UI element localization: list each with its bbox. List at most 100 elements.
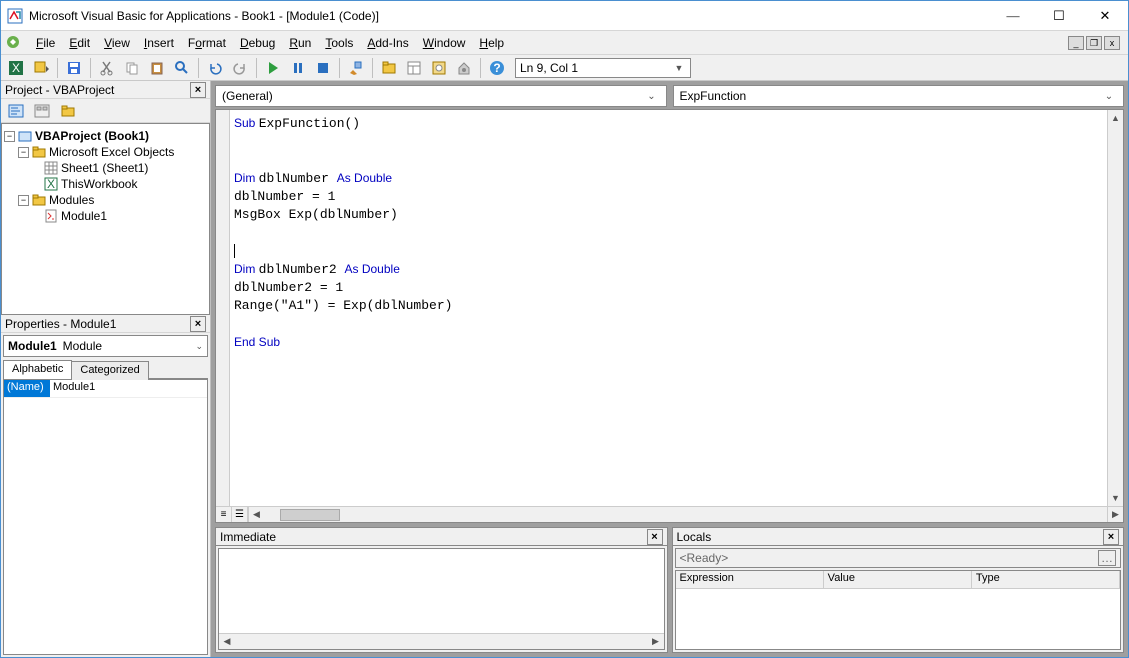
object-combo[interactable]: (General)⌄ bbox=[215, 85, 667, 107]
svg-text:X: X bbox=[47, 177, 55, 191]
properties-panel-close-button[interactable]: × bbox=[190, 316, 206, 332]
titlebar: Microsoft Visual Basic for Applications … bbox=[1, 1, 1128, 31]
immediate-textarea[interactable]: ◀ ▶ bbox=[218, 548, 665, 650]
scroll-thumb[interactable] bbox=[280, 509, 340, 521]
locals-context-selector[interactable]: <Ready> … bbox=[675, 548, 1122, 568]
chevron-down-icon: ⌄ bbox=[195, 341, 203, 352]
properties-tabs: Alphabetic Categorized bbox=[3, 359, 208, 379]
immediate-hscroll[interactable]: ◀ ▶ bbox=[219, 633, 664, 649]
immediate-panel: Immediate × ◀ ▶ bbox=[215, 527, 668, 653]
folder-icon bbox=[32, 193, 46, 207]
property-row[interactable]: (Name) Module1 bbox=[4, 380, 207, 398]
chevron-down-icon: ⌄ bbox=[1101, 91, 1117, 102]
locals-col-value[interactable]: Value bbox=[824, 571, 972, 588]
menu-help[interactable]: Help bbox=[472, 34, 511, 52]
tree-modules[interactable]: Modules bbox=[49, 193, 94, 207]
close-button[interactable]: ✕ bbox=[1082, 1, 1128, 30]
left-sidebar: Project - VBAProject × −VBAProject (Book… bbox=[1, 81, 211, 657]
project-panel-close-button[interactable]: × bbox=[190, 82, 206, 98]
toggle-folders-icon[interactable] bbox=[57, 100, 79, 122]
menu-debug[interactable]: Debug bbox=[233, 34, 282, 52]
full-module-view-icon[interactable]: ☰ bbox=[232, 507, 248, 523]
properties-window-icon[interactable] bbox=[403, 57, 425, 79]
menu-edit[interactable]: Edit bbox=[62, 34, 97, 52]
menubar-icon bbox=[5, 34, 23, 52]
vertical-scrollbar[interactable]: ▲ ▼ bbox=[1107, 110, 1123, 506]
locals-panel-header: Locals × bbox=[673, 528, 1124, 546]
menu-add-ins[interactable]: Add-Ins bbox=[360, 34, 415, 52]
toolbox-icon[interactable] bbox=[453, 57, 475, 79]
immediate-panel-header: Immediate × bbox=[216, 528, 667, 546]
code-editor[interactable]: Sub ExpFunction() Dim dblNumber As Doubl… bbox=[215, 109, 1124, 523]
tab-categorized[interactable]: Categorized bbox=[71, 361, 148, 380]
run-icon[interactable] bbox=[262, 57, 284, 79]
project-panel-header: Project - VBAProject × bbox=[1, 81, 210, 99]
design-mode-icon[interactable] bbox=[345, 57, 367, 79]
collapse-icon[interactable]: − bbox=[18, 195, 29, 206]
copy-icon[interactable] bbox=[121, 57, 143, 79]
project-tree[interactable]: −VBAProject (Book1) −Microsoft Excel Obj… bbox=[1, 123, 210, 315]
tab-alphabetic[interactable]: Alphabetic bbox=[3, 360, 72, 379]
menu-file[interactable]: File bbox=[29, 34, 62, 52]
properties-grid[interactable]: (Name) Module1 bbox=[3, 379, 208, 655]
mdi-restore-button[interactable]: ❐ bbox=[1086, 36, 1102, 50]
folder-icon bbox=[32, 145, 46, 159]
locals-browse-button[interactable]: … bbox=[1098, 550, 1116, 566]
project-explorer-icon[interactable] bbox=[378, 57, 400, 79]
cursor-position-display[interactable]: Ln 9, Col 1 ▼ bbox=[515, 58, 691, 78]
view-object-icon[interactable] bbox=[31, 100, 53, 122]
scroll-left-icon[interactable]: ◀ bbox=[219, 634, 235, 649]
horizontal-scrollbar[interactable]: ≡ ☰ ◀ ▶ bbox=[216, 506, 1123, 522]
vba-ide-window: Microsoft Visual Basic for Applications … bbox=[0, 0, 1129, 658]
code-text[interactable]: Sub ExpFunction() Dim dblNumber As Doubl… bbox=[234, 114, 1105, 504]
maximize-button[interactable]: ☐ bbox=[1036, 1, 1082, 30]
find-icon[interactable] bbox=[171, 57, 193, 79]
collapse-icon[interactable]: − bbox=[4, 131, 15, 142]
menu-view[interactable]: View bbox=[97, 34, 137, 52]
tree-sheet1[interactable]: Sheet1 (Sheet1) bbox=[61, 161, 148, 175]
help-icon[interactable]: ? bbox=[486, 57, 508, 79]
chevron-down-icon: ⌄ bbox=[644, 91, 660, 102]
menu-window[interactable]: Window bbox=[416, 34, 473, 52]
scroll-right-icon[interactable]: ▶ bbox=[648, 634, 664, 649]
procedure-view-icon[interactable]: ≡ bbox=[216, 507, 232, 523]
properties-object-selector[interactable]: Module1 Module ⌄ bbox=[3, 335, 208, 357]
locals-col-expression[interactable]: Expression bbox=[676, 571, 824, 588]
collapse-icon[interactable]: − bbox=[18, 147, 29, 158]
tree-module1[interactable]: Module1 bbox=[61, 209, 107, 223]
locals-col-type[interactable]: Type bbox=[972, 571, 1120, 588]
procedure-combo[interactable]: ExpFunction ⌄ bbox=[673, 85, 1125, 107]
scroll-right-icon[interactable]: ▶ bbox=[1107, 507, 1123, 523]
insert-dropdown-icon[interactable] bbox=[30, 57, 52, 79]
undo-icon[interactable] bbox=[204, 57, 226, 79]
break-icon[interactable] bbox=[287, 57, 309, 79]
menu-insert[interactable]: Insert bbox=[137, 34, 181, 52]
locals-header-row: Expression Value Type bbox=[676, 571, 1121, 589]
view-code-icon[interactable] bbox=[5, 100, 27, 122]
procedure-combo-value: ExpFunction bbox=[680, 89, 747, 103]
view-excel-icon[interactable]: X bbox=[5, 57, 27, 79]
tree-root[interactable]: VBAProject (Book1) bbox=[35, 129, 149, 143]
save-icon[interactable] bbox=[63, 57, 85, 79]
mdi-close-button[interactable]: x bbox=[1104, 36, 1120, 50]
mdi-minimize-button[interactable]: _ bbox=[1068, 36, 1084, 50]
properties-panel-header: Properties - Module1 × bbox=[1, 315, 210, 333]
menu-run[interactable]: Run bbox=[282, 34, 318, 52]
locals-grid[interactable]: Expression Value Type bbox=[675, 570, 1122, 650]
scroll-down-icon[interactable]: ▼ bbox=[1108, 490, 1123, 506]
object-browser-icon[interactable] bbox=[428, 57, 450, 79]
redo-icon[interactable] bbox=[229, 57, 251, 79]
minimize-button[interactable]: — bbox=[990, 1, 1036, 30]
tree-thisworkbook[interactable]: ThisWorkbook bbox=[61, 177, 137, 191]
menu-format[interactable]: Format bbox=[181, 34, 233, 52]
cut-icon[interactable] bbox=[96, 57, 118, 79]
menu-tools[interactable]: Tools bbox=[318, 34, 360, 52]
locals-close-button[interactable]: × bbox=[1103, 529, 1119, 545]
scroll-up-icon[interactable]: ▲ bbox=[1108, 110, 1123, 126]
immediate-close-button[interactable]: × bbox=[647, 529, 663, 545]
scroll-left-icon[interactable]: ◀ bbox=[248, 507, 264, 523]
tree-excel-objects[interactable]: Microsoft Excel Objects bbox=[49, 145, 174, 159]
reset-icon[interactable] bbox=[312, 57, 334, 79]
paste-icon[interactable] bbox=[146, 57, 168, 79]
property-value[interactable]: Module1 bbox=[50, 380, 207, 397]
